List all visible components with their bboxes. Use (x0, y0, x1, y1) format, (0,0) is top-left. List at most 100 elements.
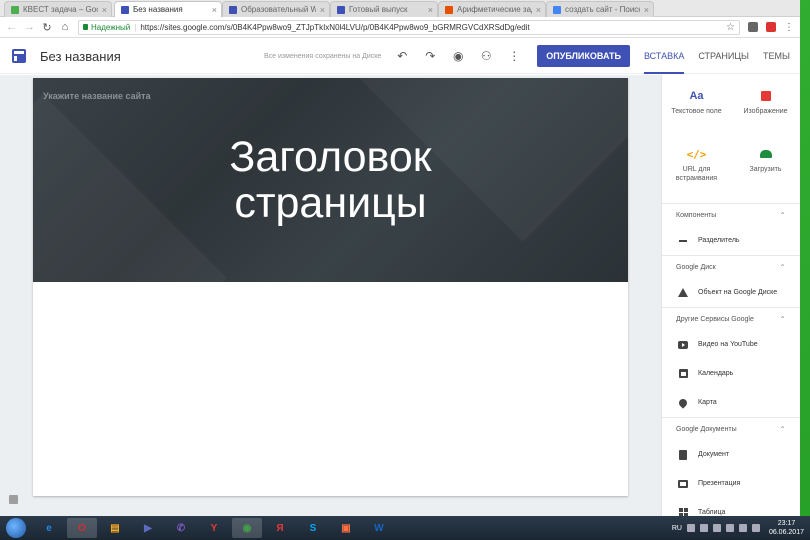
close-icon[interactable]: × (644, 5, 649, 15)
close-icon[interactable]: × (428, 5, 433, 15)
drive-icon (678, 288, 688, 298)
undo-icon[interactable]: ↶ (393, 49, 411, 63)
more-options-icon[interactable]: ⋮ (505, 49, 523, 63)
taskbar-app-icon[interactable]: Я (265, 518, 295, 538)
insert-calendar[interactable]: Календарь (662, 359, 800, 388)
site-title[interactable]: Без названия (40, 49, 121, 64)
browser-tab-6[interactable]: создать сайт - Поиск в × (546, 1, 654, 17)
divider-icon (678, 236, 688, 246)
section-header[interactable]: Google Диск ⌃ (662, 256, 800, 278)
reload-icon[interactable]: ↻ (42, 21, 52, 34)
close-icon[interactable]: × (212, 5, 217, 15)
browser-tab-2[interactable]: Без названия × (114, 1, 222, 17)
insert-map[interactable]: Карта (662, 388, 800, 417)
tray-app-icon[interactable] (712, 524, 721, 532)
browser-tab-1[interactable]: КВЕСТ задача – Google × (4, 1, 112, 17)
insert-label: URL для (682, 166, 711, 173)
network-icon[interactable] (738, 524, 747, 532)
taskbar-app-icon[interactable]: ▶ (133, 518, 163, 538)
close-icon[interactable]: × (102, 5, 107, 15)
site-page[interactable]: Укажите название сайта Заголовок страниц… (33, 78, 628, 496)
taskbar-app-icon[interactable]: W (364, 518, 394, 538)
tab-pages[interactable]: СТРАНИЦЫ (698, 39, 749, 74)
insert-presentation[interactable]: Презентация (662, 469, 800, 498)
clock-date: 06.06.2017 (768, 529, 804, 536)
section-google-docs: Google Документы ⌃ Документ Презентация … (662, 417, 800, 516)
close-icon[interactable]: × (536, 5, 541, 15)
taskbar-app-icon[interactable]: ▣ (331, 518, 361, 538)
browser-tab-3[interactable]: Образовательный WEI × (222, 1, 330, 17)
forward-arrow-icon[interactable]: → (24, 21, 35, 33)
collapse-chevron-icon[interactable]: ⌃ (779, 211, 786, 220)
secure-indicator[interactable]: Надежный (83, 23, 130, 32)
taskbar-app-icon[interactable]: e (34, 518, 64, 538)
clock[interactable]: 23:17 06.06.2017 (769, 519, 804, 537)
tab-themes[interactable]: ТЕМЫ (763, 39, 790, 74)
section-title: Google Диск (676, 263, 716, 271)
embed-code-icon: </> (686, 147, 707, 161)
publish-button[interactable]: ОПУБЛИКОВАТЬ (537, 45, 630, 67)
insert-label: встраивания (675, 175, 718, 182)
insert-youtube[interactable]: Видео на YouTube (662, 330, 800, 359)
home-icon[interactable]: ⌂ (60, 21, 70, 33)
insert-upload[interactable]: Загрузить (731, 145, 800, 203)
bookmark-star-icon[interactable]: ☆ (726, 22, 735, 33)
insert-label: Текстовое поле (671, 108, 722, 115)
redo-icon[interactable]: ↷ (421, 49, 439, 63)
taskbar-app-icon[interactable]: S (298, 518, 328, 538)
drive-favicon-icon (11, 5, 19, 14)
insert-drive-object[interactable]: Объект на Google Диске (662, 278, 800, 307)
start-button[interactable] (6, 518, 26, 538)
collapse-chevron-icon[interactable]: ⌃ (779, 263, 786, 272)
item-label: Документ (698, 451, 730, 458)
taskbar-app-icon[interactable]: Y (199, 518, 229, 538)
preview-eye-icon[interactable]: ◉ (449, 49, 467, 63)
taskbar-app-icon[interactable]: ✆ (166, 518, 196, 538)
section-header[interactable]: Google Документы ⌃ (662, 418, 800, 440)
cloud-upload-icon (759, 145, 772, 163)
extension-badge-icon[interactable] (766, 22, 776, 32)
url-separator: | (134, 22, 137, 32)
site-name-placeholder[interactable]: Укажите название сайта (43, 91, 151, 101)
item-label: Объект на Google Диске (698, 289, 778, 296)
browser-tab-5[interactable]: Арифметические зада × (438, 1, 546, 17)
insert-document[interactable]: Документ (662, 440, 800, 469)
page-heading[interactable]: Заголовок страницы (33, 134, 628, 226)
sites-favicon-icon (121, 5, 129, 14)
insert-divider[interactable]: Разделитель (662, 226, 800, 255)
browser-tab-4[interactable]: Готовый выпуск × (330, 1, 438, 17)
taskbar-app-icon[interactable]: ▤ (100, 518, 130, 538)
section-header[interactable]: Другие Сервисы Google ⌃ (662, 308, 800, 330)
insert-embed-url[interactable]: </> URL для встраивания (662, 145, 731, 203)
language-indicator[interactable]: RU (672, 525, 682, 532)
spreadsheet-icon (678, 508, 688, 516)
lock-icon (83, 24, 88, 30)
taskbar-app-icon[interactable]: ◉ (232, 518, 262, 538)
tray-app-icon[interactable] (725, 524, 734, 532)
back-arrow-icon[interactable]: ← (6, 21, 17, 33)
insert-text-box[interactable]: Aa Текстовое поле (662, 87, 731, 145)
volume-icon[interactable] (751, 524, 760, 532)
page-favicon-icon (445, 5, 453, 14)
share-add-person-icon[interactable]: ⚇ (477, 49, 495, 63)
taskbar-app-icon[interactable]: O (67, 518, 97, 538)
google-sites-logo-icon[interactable] (12, 49, 26, 63)
url-text[interactable]: https://sites.google.com/s/0B4K4Ppw8wo9_… (140, 23, 529, 32)
item-label: Карта (698, 399, 717, 406)
browser-menu-icon[interactable]: ⋮ (784, 22, 794, 33)
tray-app-icon[interactable] (686, 524, 695, 532)
collapse-chevron-icon[interactable]: ⌃ (779, 315, 786, 324)
collapse-chevron-icon[interactable]: ⌃ (779, 425, 786, 434)
tab-insert[interactable]: ВСТАВКА (643, 39, 685, 74)
tray-app-icon[interactable] (699, 524, 708, 532)
close-icon[interactable]: × (320, 5, 325, 15)
extension-icon[interactable] (748, 22, 758, 32)
address-bar[interactable]: Надежный | https://sites.google.com/s/0B… (78, 19, 740, 35)
insert-image[interactable]: Изображение (731, 87, 800, 145)
tab-title: создать сайт - Поиск в (565, 5, 640, 14)
insert-spreadsheet[interactable]: Таблица (662, 498, 800, 516)
section-header[interactable]: Компоненты ⌃ (662, 204, 800, 226)
feedback-icon[interactable] (9, 495, 18, 504)
youtube-icon (678, 340, 688, 350)
page-header-banner[interactable]: Укажите название сайта Заголовок страниц… (33, 78, 628, 282)
